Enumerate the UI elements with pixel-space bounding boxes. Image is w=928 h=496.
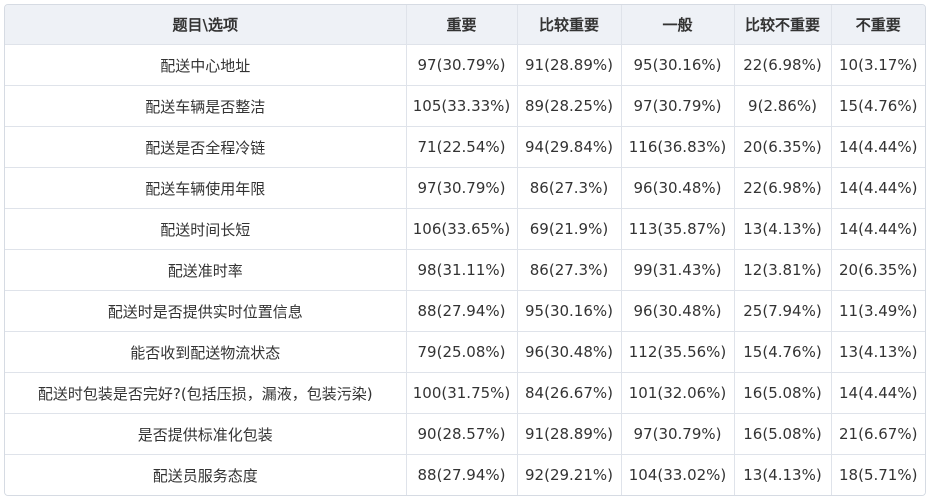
value-cell: 71(22.54%) [406, 126, 518, 168]
value-cell: 14(4.44%) [831, 167, 925, 209]
value-cell: 98(31.11%) [406, 249, 518, 291]
question-cell: 配送准时率 [5, 249, 407, 291]
value-cell: 21(6.67%) [831, 413, 925, 455]
value-cell: 11(3.49%) [831, 290, 925, 332]
header-fairly-important: 比较重要 [517, 5, 622, 45]
value-cell: 16(5.08%) [734, 372, 832, 414]
value-cell: 95(30.16%) [517, 290, 622, 332]
value-cell: 25(7.94%) [734, 290, 832, 332]
question-cell: 配送时间长短 [5, 208, 407, 250]
header-neutral: 一般 [621, 5, 735, 45]
value-cell: 14(4.44%) [831, 126, 925, 168]
value-cell: 91(28.89%) [517, 413, 622, 455]
survey-table-container: 题目\选项 重要 比较重要 一般 比较不重要 不重要 配送中心地址 97(30.… [4, 4, 926, 496]
header-question: 题目\选项 [5, 5, 407, 45]
question-cell: 配送时包装是否完好?(包括压损，漏液，包装污染) [5, 372, 407, 414]
value-cell: 91(28.89%) [517, 44, 622, 86]
value-cell: 94(29.84%) [517, 126, 622, 168]
value-cell: 15(4.76%) [831, 85, 925, 127]
value-cell: 15(4.76%) [734, 331, 832, 373]
value-cell: 96(30.48%) [517, 331, 622, 373]
value-cell: 96(30.48%) [621, 290, 735, 332]
table-row: 配送时是否提供实时位置信息 88(27.94%) 95(30.16%) 96(3… [5, 290, 925, 332]
value-cell: 100(31.75%) [406, 372, 518, 414]
value-cell: 86(27.3%) [517, 249, 622, 291]
value-cell: 20(6.35%) [734, 126, 832, 168]
table-row: 配送准时率 98(31.11%) 86(27.3%) 99(31.43%) 12… [5, 249, 925, 291]
header-row: 题目\选项 重要 比较重要 一般 比较不重要 不重要 [5, 5, 925, 45]
question-cell: 配送是否全程冷链 [5, 126, 407, 168]
survey-results-table: 题目\选项 重要 比较重要 一般 比较不重要 不重要 配送中心地址 97(30.… [5, 5, 925, 495]
table-row: 配送是否全程冷链 71(22.54%) 94(29.84%) 116(36.83… [5, 126, 925, 168]
value-cell: 22(6.98%) [734, 167, 832, 209]
value-cell: 105(33.33%) [406, 85, 518, 127]
value-cell: 97(30.79%) [621, 413, 735, 455]
value-cell: 97(30.79%) [406, 167, 518, 209]
value-cell: 116(36.83%) [621, 126, 735, 168]
question-cell: 是否提供标准化包装 [5, 413, 407, 455]
question-cell: 配送车辆使用年限 [5, 167, 407, 209]
value-cell: 88(27.94%) [406, 290, 518, 332]
value-cell: 14(4.44%) [831, 208, 925, 250]
value-cell: 13(4.13%) [734, 454, 832, 495]
value-cell: 101(32.06%) [621, 372, 735, 414]
table-row: 配送车辆使用年限 97(30.79%) 86(27.3%) 96(30.48%)… [5, 167, 925, 209]
table-row: 能否收到配送物流状态 79(25.08%) 96(30.48%) 112(35.… [5, 331, 925, 373]
value-cell: 10(3.17%) [831, 44, 925, 86]
value-cell: 95(30.16%) [621, 44, 735, 86]
value-cell: 14(4.44%) [831, 372, 925, 414]
value-cell: 89(28.25%) [517, 85, 622, 127]
value-cell: 13(4.13%) [831, 331, 925, 373]
header-important: 重要 [406, 5, 518, 45]
value-cell: 96(30.48%) [621, 167, 735, 209]
table-row: 配送时包装是否完好?(包括压损，漏液，包装污染) 100(31.75%) 84(… [5, 372, 925, 414]
value-cell: 104(33.02%) [621, 454, 735, 495]
value-cell: 106(33.65%) [406, 208, 518, 250]
header-unimportant: 不重要 [831, 5, 925, 45]
value-cell: 20(6.35%) [831, 249, 925, 291]
question-cell: 配送车辆是否整洁 [5, 85, 407, 127]
question-cell: 配送中心地址 [5, 44, 407, 86]
table-row: 是否提供标准化包装 90(28.57%) 91(28.89%) 97(30.79… [5, 413, 925, 455]
value-cell: 22(6.98%) [734, 44, 832, 86]
value-cell: 13(4.13%) [734, 208, 832, 250]
question-cell: 配送时是否提供实时位置信息 [5, 290, 407, 332]
value-cell: 97(30.79%) [406, 44, 518, 86]
value-cell: 99(31.43%) [621, 249, 735, 291]
value-cell: 97(30.79%) [621, 85, 735, 127]
value-cell: 86(27.3%) [517, 167, 622, 209]
question-cell: 能否收到配送物流状态 [5, 331, 407, 373]
value-cell: 18(5.71%) [831, 454, 925, 495]
value-cell: 79(25.08%) [406, 331, 518, 373]
value-cell: 113(35.87%) [621, 208, 735, 250]
table-row: 配送员服务态度 88(27.94%) 92(29.21%) 104(33.02%… [5, 454, 925, 495]
value-cell: 12(3.81%) [734, 249, 832, 291]
value-cell: 16(5.08%) [734, 413, 832, 455]
table-row: 配送车辆是否整洁 105(33.33%) 89(28.25%) 97(30.79… [5, 85, 925, 127]
value-cell: 92(29.21%) [517, 454, 622, 495]
value-cell: 9(2.86%) [734, 85, 832, 127]
value-cell: 90(28.57%) [406, 413, 518, 455]
value-cell: 69(21.9%) [517, 208, 622, 250]
question-cell: 配送员服务态度 [5, 454, 407, 495]
table-row: 配送时间长短 106(33.65%) 69(21.9%) 113(35.87%)… [5, 208, 925, 250]
value-cell: 88(27.94%) [406, 454, 518, 495]
value-cell: 84(26.67%) [517, 372, 622, 414]
table-row: 配送中心地址 97(30.79%) 91(28.89%) 95(30.16%) … [5, 44, 925, 86]
header-fairly-unimportant: 比较不重要 [734, 5, 832, 45]
value-cell: 112(35.56%) [621, 331, 735, 373]
